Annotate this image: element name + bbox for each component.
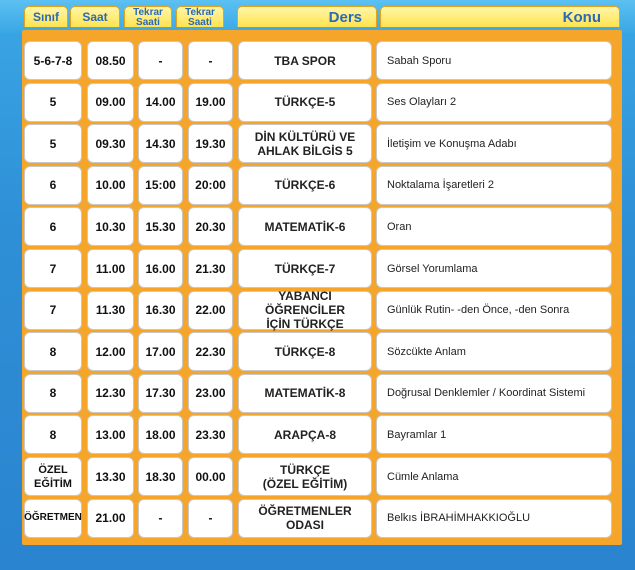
class-cell: 5 [24, 124, 82, 164]
course-line: TÜRKÇE-6 [274, 178, 336, 193]
topic-cell: Sabah Sporu [376, 41, 612, 80]
header-saat: Saat [70, 6, 120, 27]
time-cell: 12.00 [87, 332, 134, 372]
class-cell: 5 [24, 82, 82, 122]
topic-cell: Doğrusal Denklemler / Koordinat Sistemi [376, 373, 612, 413]
repeat-time-2-cell: 00.00 [188, 457, 233, 496]
repeat-time-1-cell: - [138, 498, 183, 538]
time-cell: 13.30 [87, 457, 134, 496]
course-line: TÜRKÇE [279, 462, 330, 477]
course-cell: TÜRKÇE-6 [238, 165, 372, 205]
class-cell: 8 [24, 415, 82, 455]
course-cell: TÜRKÇE-8 [238, 332, 372, 372]
course-cell: MATEMATİK-8 [238, 373, 372, 413]
repeat-time-2-cell: 22.00 [188, 290, 233, 330]
repeat-time-1-cell: 17.00 [138, 332, 183, 372]
course-line: (ÖZEL EĞİTİM) [262, 476, 348, 491]
repeat-time-2-cell: 22.30 [188, 332, 233, 372]
repeat-time-2-cell: 20:00 [188, 165, 233, 205]
course-cell: ARAPÇA-8 [238, 415, 372, 455]
topic-cell: Ses Olayları 2 [376, 82, 612, 122]
header-konu: Konu [380, 6, 620, 27]
topic-cell: Günlük Rutin- -den Önce, -den Sonra [376, 290, 612, 330]
header-ders: Ders [237, 6, 377, 27]
class-cell: 6 [24, 207, 82, 247]
repeat-time-1-cell: 16.30 [138, 290, 183, 330]
topic-cell: İletişim ve Konuşma Adabı [376, 124, 612, 164]
header-tekrar-1: Tekrar Saati [124, 6, 172, 27]
course-line: MATEMATİK-6 [264, 219, 346, 234]
repeat-time-2-cell: 19.00 [188, 82, 233, 122]
course-cell: DİN KÜLTÜRÜ VE AHLAK BİLGİS 5 [238, 124, 372, 164]
repeat-time-1-cell: 15:00 [138, 165, 183, 205]
topic-cell: Bayramlar 1 [376, 415, 612, 455]
time-cell: 09.00 [87, 82, 134, 122]
class-cell: 7 [24, 249, 82, 288]
time-cell: 11.00 [87, 249, 134, 288]
repeat-time-1-cell: 16.00 [138, 249, 183, 288]
course-line: DİN KÜLTÜRÜ VE [254, 129, 356, 144]
time-cell: 09.30 [87, 124, 134, 164]
course-cell: ÖĞRETMENLER ODASI [238, 498, 372, 538]
course-line: MATEMATİK-8 [264, 386, 346, 401]
course-line: ÖĞRETMENLER [258, 504, 352, 519]
repeat-time-2-cell: 20.30 [188, 207, 233, 247]
topic-cell: Görsel Yorumlama [376, 249, 612, 288]
repeat-time-2-cell: 23.30 [188, 415, 233, 455]
course-cell: TÜRKÇE-7 [238, 249, 372, 288]
course-line: TÜRKÇE-7 [274, 261, 336, 276]
time-cell: 10.30 [87, 207, 134, 247]
header-sinif: Sınıf [24, 6, 68, 27]
course-line: TBA SPOR [274, 53, 336, 68]
course-line: ODASI [285, 518, 324, 533]
repeat-time-1-cell: - [138, 41, 183, 80]
class-cell: 8 [24, 332, 82, 372]
course-line: TÜRKÇE-5 [274, 95, 336, 110]
course-cell: MATEMATİK-6 [238, 207, 372, 247]
course-cell: TÜRKÇE (ÖZEL EĞİTİM) [238, 457, 372, 496]
course-cell: TBA SPOR [238, 41, 372, 80]
topic-cell: Noktalama İşaretleri 2 [376, 165, 612, 205]
repeat-time-1-cell: 18.00 [138, 415, 183, 455]
class-cell: 6 [24, 165, 82, 205]
repeat-time-1-cell: 15.30 [138, 207, 183, 247]
course-cell: YABANCI ÖĞRENCİLER İÇİN TÜRKÇE [238, 289, 372, 332]
time-cell: 21.00 [87, 498, 134, 538]
class-cell: ÖĞRETMEN [24, 498, 82, 538]
time-cell: 08.50 [87, 41, 134, 80]
time-cell: 10.00 [87, 165, 134, 205]
topic-cell: Cümle Anlama [376, 457, 612, 496]
repeat-time-2-cell: 19.30 [188, 124, 233, 164]
repeat-time-1-cell: 17.30 [138, 373, 183, 413]
topic-cell: Sözcükte Anlam [376, 332, 612, 372]
time-cell: 13.00 [87, 415, 134, 455]
topic-cell: Belkıs İBRAHİMHAKKIOĞLU [376, 498, 612, 538]
course-line: TÜRKÇE-8 [274, 344, 336, 359]
class-cell: 5-6-7-8 [24, 41, 82, 80]
course-line: YABANCI ÖĞRENCİLER [264, 289, 345, 318]
repeat-time-2-cell: - [188, 498, 233, 538]
course-cell: TÜRKÇE-5 [238, 82, 372, 122]
repeat-time-1-cell: 14.00 [138, 82, 183, 122]
topic-cell: Oran [376, 207, 612, 247]
course-line: ARAPÇA-8 [273, 427, 336, 442]
repeat-time-1-cell: 18.30 [138, 457, 183, 496]
header-tekrar-2: Tekrar Saati [176, 6, 224, 27]
repeat-time-2-cell: 23.00 [188, 373, 233, 413]
class-cell: ÖZEL EĞİTİM [24, 457, 82, 496]
course-line: AHLAK BİLGİS 5 [257, 143, 353, 158]
repeat-time-1-cell: 14.30 [138, 124, 183, 164]
time-cell: 11.30 [87, 290, 134, 330]
class-cell: 8 [24, 373, 82, 413]
repeat-time-2-cell: 21.30 [188, 249, 233, 288]
course-line: İÇİN TÜRKÇE [266, 317, 344, 332]
class-cell: 7 [24, 290, 82, 330]
repeat-time-2-cell: - [188, 41, 233, 80]
time-cell: 12.30 [87, 373, 134, 413]
